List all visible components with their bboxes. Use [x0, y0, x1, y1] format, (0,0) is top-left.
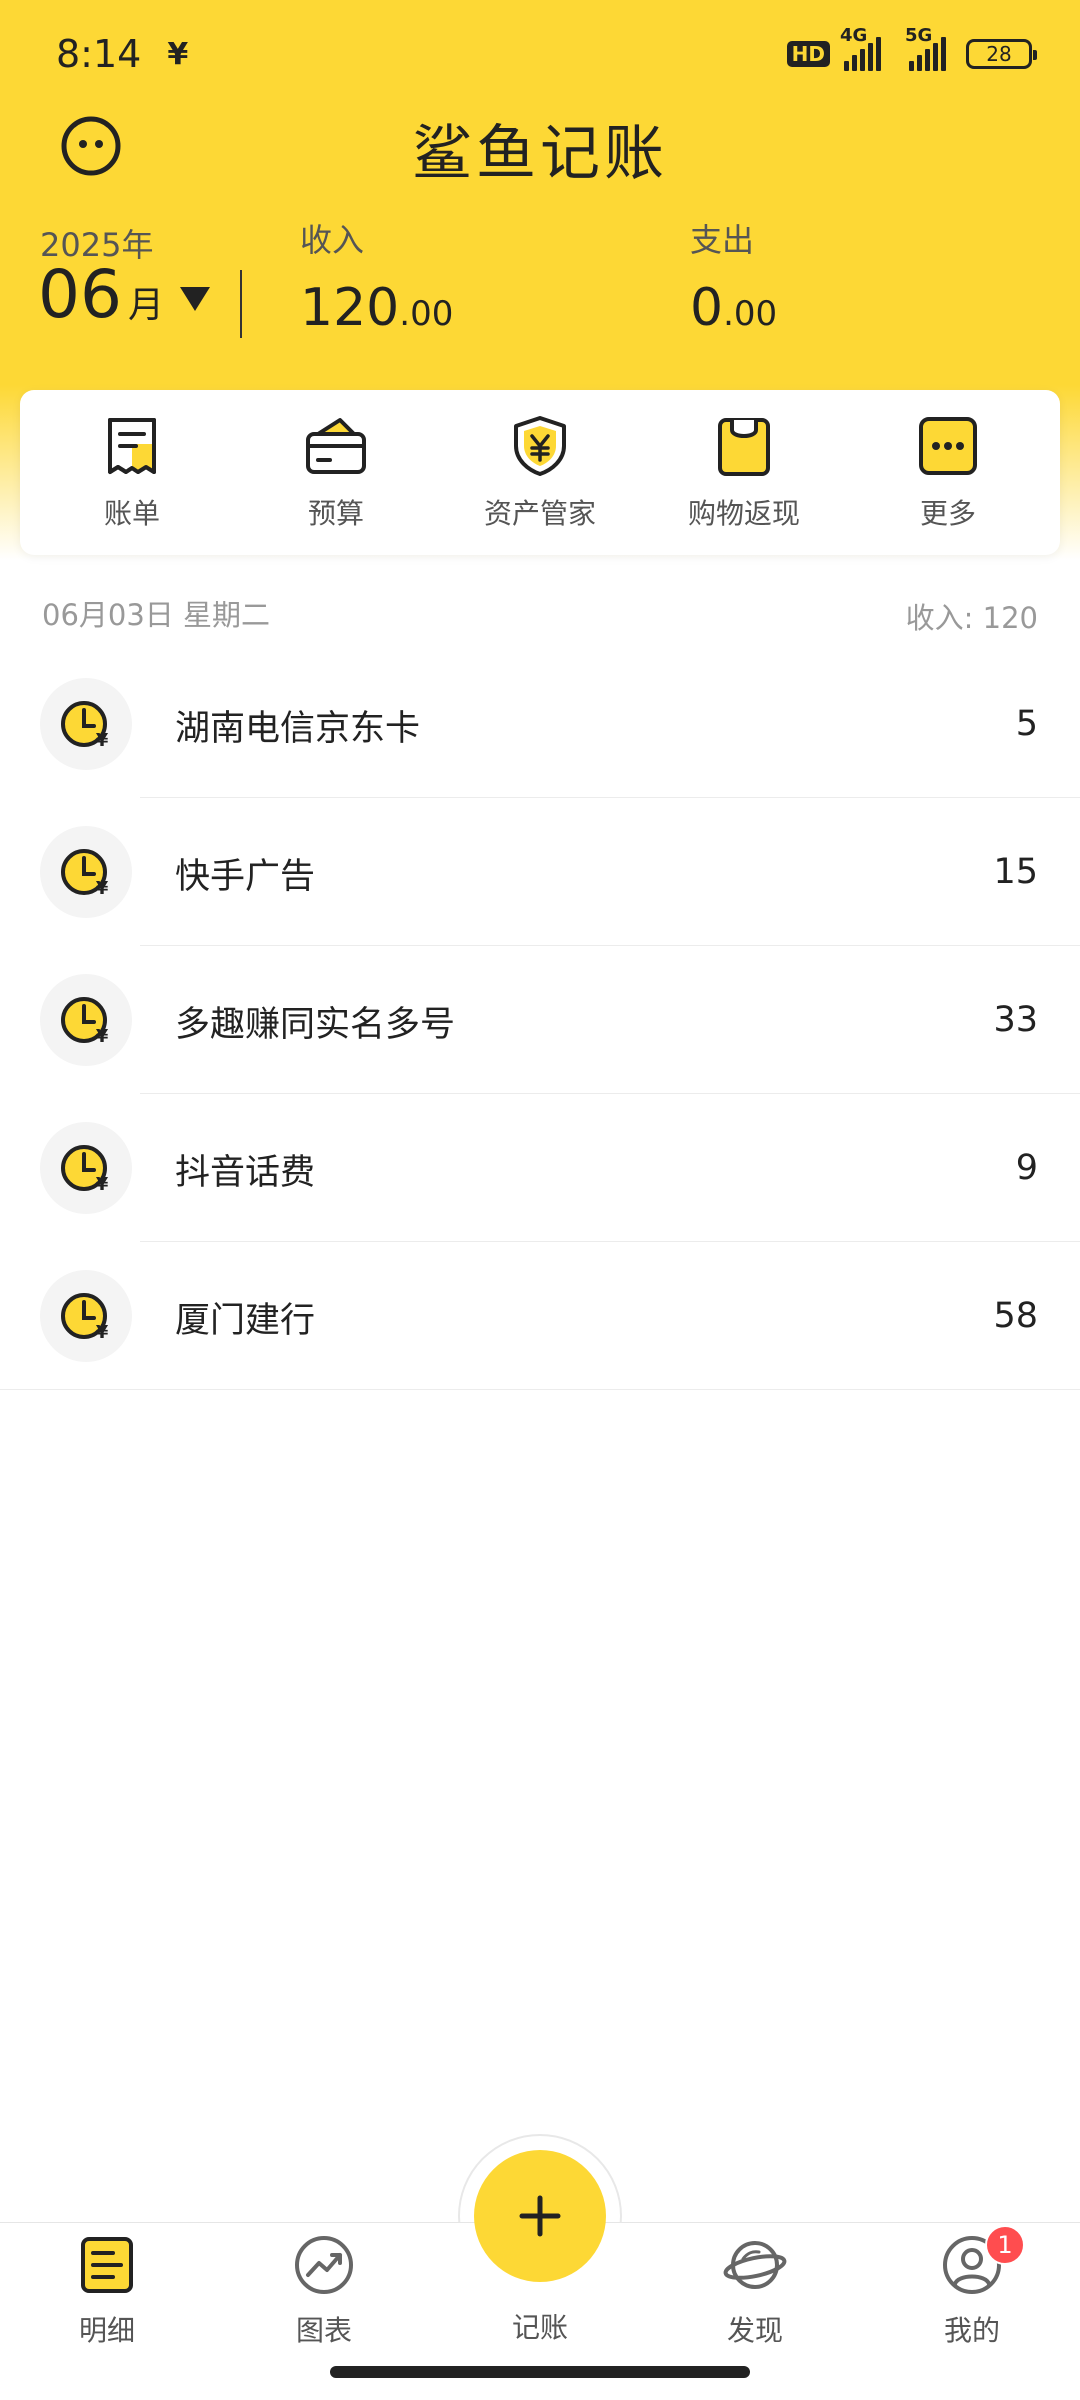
divider: [240, 270, 242, 338]
record-name: 厦门建行: [175, 1301, 316, 1341]
svg-text:¥: ¥: [96, 878, 109, 899]
quick-menu: 账单 预算 资产管家 购物返现 更多: [20, 390, 1060, 555]
nav-label: 图表: [295, 2314, 352, 2347]
yen-icon: ¥: [167, 36, 189, 72]
month-number: 06: [38, 256, 122, 333]
record-name: 多趣赚同实名多号: [175, 1005, 456, 1045]
expense-int: 0: [690, 278, 724, 338]
status-bar: 8:14 ¥ HD 4G 5G 28: [0, 0, 1080, 108]
menu-label: 购物返现: [687, 496, 800, 530]
menu-item-bill[interactable]: 账单: [32, 414, 232, 532]
expense-dec: .00: [723, 294, 778, 334]
network-label-5g: 5G: [905, 25, 933, 46]
nav-item-detail[interactable]: 明细: [17, 2233, 197, 2349]
list-item[interactable]: ¥ 多趣赚同实名多号 33: [0, 946, 1080, 1094]
chart-icon: [295, 2236, 353, 2294]
menu-item-budget[interactable]: 预算: [236, 414, 436, 532]
income-clock-icon: ¥: [40, 1270, 132, 1362]
nav-label: 明细: [78, 2314, 135, 2347]
status-left: 8:14 ¥: [56, 32, 188, 76]
menu-label: 资产管家: [483, 496, 596, 530]
month-selector[interactable]: 06 月: [38, 262, 210, 328]
nav-item-chart[interactable]: 图表: [234, 2233, 414, 2349]
battery-icon: 28: [966, 39, 1037, 69]
row-divider: [0, 1389, 1080, 1390]
record-name: 抖音话费: [175, 1153, 316, 1193]
nav-label: 我的: [943, 2314, 1000, 2347]
income-int: 120: [300, 278, 400, 338]
record-amount: 58: [993, 1296, 1038, 1336]
record-amount: 5: [1015, 704, 1038, 744]
record-amount: 33: [993, 1000, 1038, 1040]
detail-icon: [81, 2237, 133, 2293]
income-clock-icon: ¥: [40, 974, 132, 1066]
shopping-bag-icon: [718, 417, 770, 476]
dropdown-triangle-icon: [180, 287, 210, 311]
list-item[interactable]: ¥ 快手广告 15: [0, 798, 1080, 946]
nav-item-profile[interactable]: 我的: [882, 2233, 1062, 2349]
more-icon: [919, 416, 977, 475]
status-right: HD 4G 5G 28: [786, 25, 1037, 71]
hd-icon: HD: [786, 41, 830, 67]
svg-text:¥: ¥: [96, 1174, 109, 1195]
day-date: 06月03日 星期二: [42, 598, 271, 632]
record-list: ¥ 湖南电信京东卡 5 ¥ 快手广告 15 ¥ 多趣赚同实名多号 33 ¥ 抖音…: [0, 650, 1080, 1390]
svg-text:¥: ¥: [96, 1322, 109, 1343]
nav-label: 发现: [726, 2314, 783, 2347]
income-label: 收入: [300, 221, 365, 259]
menu-item-more[interactable]: 更多: [848, 414, 1048, 532]
record-amount: 9: [1015, 1148, 1038, 1188]
app-title: 鲨鱼记账: [412, 119, 668, 189]
menu-label: 更多: [919, 496, 976, 530]
day-income: 收入: 120: [906, 595, 1038, 637]
home-indicator[interactable]: [330, 2366, 750, 2378]
menu-item-cashback[interactable]: 购物返现: [644, 414, 844, 532]
menu-label: 预算: [307, 496, 364, 530]
plus-icon: [519, 2195, 561, 2237]
signal-5g-icon: 5G: [905, 25, 946, 71]
record-name: 快手广告: [175, 857, 316, 897]
list-item[interactable]: ¥ 湖南电信京东卡 5: [0, 650, 1080, 798]
notification-badge: 1: [985, 2225, 1025, 2265]
income-clock-icon: ¥: [40, 826, 132, 918]
svg-text:¥: ¥: [96, 1026, 109, 1047]
planet-icon: [723, 2241, 787, 2289]
record-name: 湖南电信京东卡: [175, 709, 421, 749]
menu-item-assets[interactable]: 资产管家: [440, 414, 640, 532]
signal-4g-icon: 4G: [840, 25, 881, 71]
add-record-button[interactable]: [474, 2150, 606, 2282]
asset-shield-icon: [514, 415, 566, 476]
income-clock-icon: ¥: [40, 1122, 132, 1214]
nav-item-discover[interactable]: 发现: [665, 2233, 845, 2349]
day-income-value: 120: [982, 601, 1038, 635]
svg-text:¥: ¥: [96, 730, 109, 751]
menu-label: 账单: [103, 496, 160, 530]
battery-level: 28: [986, 42, 1012, 66]
network-label-4g: 4G: [840, 25, 868, 46]
day-income-label: 收入:: [905, 601, 974, 635]
expense-total: 0.00: [690, 282, 777, 334]
expense-label: 支出: [690, 221, 755, 259]
income-total: 120.00: [300, 282, 453, 334]
list-item[interactable]: ¥ 厦门建行 58: [0, 1242, 1080, 1390]
income-clock-icon: ¥: [40, 678, 132, 770]
status-time: 8:14: [56, 32, 142, 76]
record-amount: 15: [993, 852, 1038, 892]
add-record-label: 记账: [511, 2311, 568, 2344]
month-unit: 月: [127, 285, 164, 326]
income-dec: .00: [399, 294, 454, 334]
bill-icon: [108, 417, 156, 474]
budget-wallet-icon: [306, 417, 366, 474]
list-item[interactable]: ¥ 抖音话费 9: [0, 1094, 1080, 1242]
